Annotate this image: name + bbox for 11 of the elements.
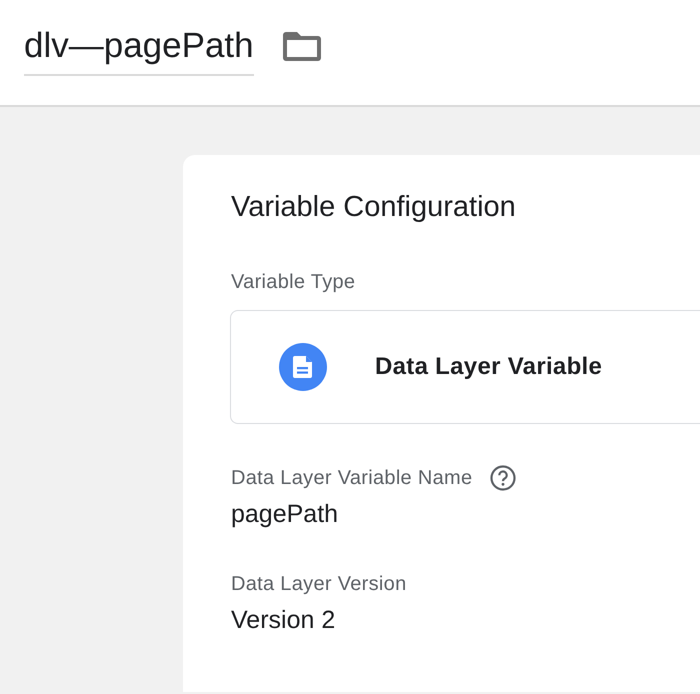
field-label: Data Layer Variable Name (231, 466, 472, 490)
field-value: pagePath (231, 500, 340, 529)
field-label: Data Layer Version (231, 572, 406, 596)
folder-icon[interactable] (282, 30, 322, 62)
name-field[interactable]: dlv—pagePath (24, 26, 254, 76)
help-icon[interactable] (490, 465, 516, 491)
variable-type-selector[interactable]: Data Layer Variable (230, 310, 700, 424)
field-value: Version 2 (231, 606, 336, 635)
card-title: Variable Configuration (231, 191, 517, 224)
document-icon (279, 343, 327, 391)
field-label: Variable Type (231, 271, 356, 294)
